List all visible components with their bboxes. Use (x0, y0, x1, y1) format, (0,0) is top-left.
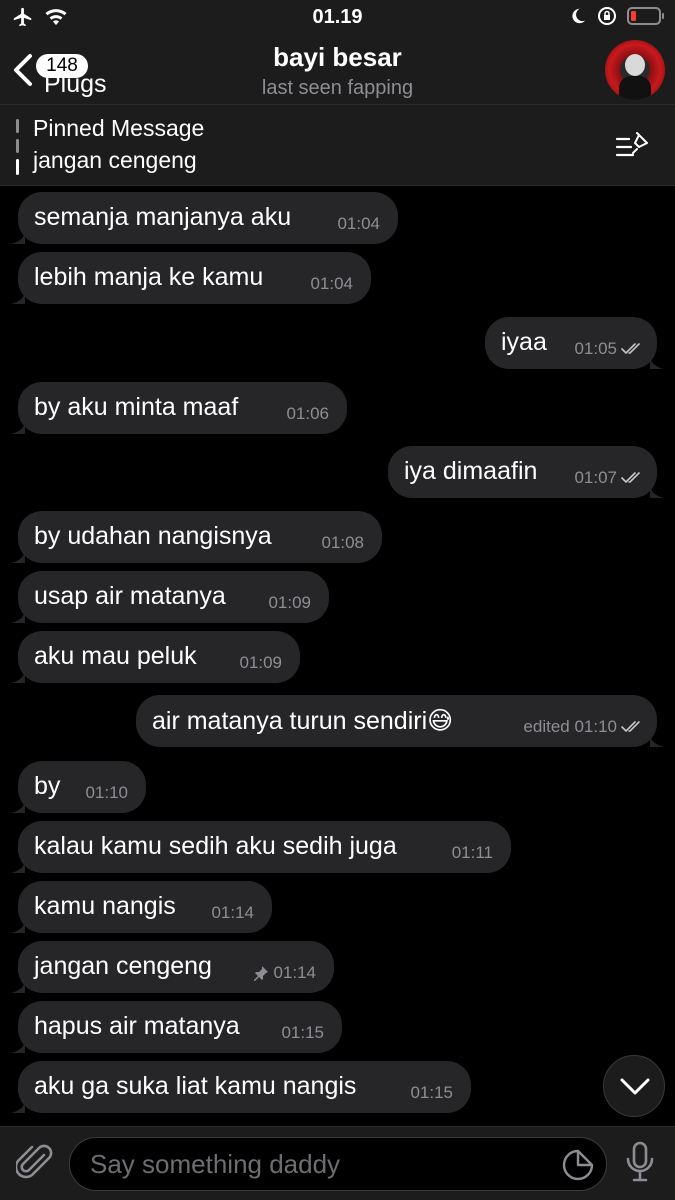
message-time: 01:07 (574, 468, 643, 488)
orientation-lock-icon (597, 6, 617, 31)
message-text: iya dimaafin (404, 457, 538, 485)
message-bubble[interactable]: air matanya turun sendiri😅 edited 01:10 (136, 695, 664, 747)
message-text: semanja manjanya aku (34, 203, 292, 231)
message-text: air matanya turun sendiri😅 (152, 707, 454, 735)
message-time: 01:09 (268, 593, 311, 612)
message-bubble[interactable]: iyaa 01:05 (485, 317, 664, 369)
message-time: 01:09 (239, 653, 282, 672)
message-list[interactable]: semanja manjanya aku 01:04 lebih manja k… (0, 186, 675, 1126)
message-text: usap air matanya (34, 582, 226, 610)
chat-title: bayi besar (273, 42, 402, 72)
message-time: 01:05 (574, 339, 643, 359)
chat-header: Plugs 148 bayi besar last seen fapping (0, 34, 675, 104)
message-time: 01:04 (337, 214, 380, 233)
message-text: aku mau peluk (34, 642, 197, 670)
message-bubble[interactable]: kalau kamu sedih aku sedih juga 01:11 (11, 821, 511, 873)
message-text: aku ga suka liat kamu nangis (34, 1072, 357, 1100)
message-bubble[interactable]: semanja manjanya aku 01:04 (11, 192, 398, 244)
chevron-down-icon (619, 1076, 651, 1103)
avatar[interactable] (605, 40, 665, 100)
message-input-box (69, 1137, 607, 1191)
message-input[interactable] (90, 1146, 540, 1182)
message-time: 01:11 (451, 843, 493, 862)
message-time: 01:15 (410, 1083, 453, 1102)
message-bubble[interactable]: jangan cengeng 01:14 (11, 941, 334, 993)
message-input-bar (0, 1126, 675, 1200)
pinned-title: Pinned Message (33, 115, 205, 141)
message-text: kamu nangis (34, 892, 176, 920)
battery-icon (627, 6, 665, 31)
message-time: 01:14 (253, 963, 316, 983)
chat-subtitle: last seen fapping (261, 77, 414, 99)
message-bubble[interactable]: aku mau peluk 01:09 (11, 631, 300, 683)
pinned-text: jangan cengeng (33, 147, 197, 173)
message-bubble[interactable]: usap air matanya 01:09 (11, 571, 329, 623)
message-text: by (34, 772, 61, 800)
pin-icon (254, 966, 269, 981)
message-text: by udahan nangisnya (34, 522, 272, 550)
attach-icon[interactable] (14, 1143, 54, 1188)
message-time: 01:04 (310, 274, 353, 293)
message-bubble[interactable]: aku ga suka liat kamu nangis 01:15 (11, 1061, 471, 1113)
message-text: kalau kamu sedih aku sedih juga (34, 832, 397, 860)
read-check-icon (621, 343, 640, 355)
message-bubble[interactable]: hapus air matanya 01:15 (11, 1001, 342, 1053)
message-time: 01:15 (281, 1023, 324, 1042)
message-text: lebih manja ke kamu (34, 263, 264, 291)
message-text: hapus air matanya (34, 1012, 240, 1040)
microphone-icon[interactable] (625, 1141, 655, 1188)
message-time: 01:06 (286, 404, 329, 423)
status-bar: 01.19 (0, 0, 675, 34)
telegram-chat-screen: 01.19 Plugs 148 bayi besar last seen fap… (0, 0, 675, 1200)
message-text: jangan cengeng (34, 952, 212, 980)
message-bubble[interactable]: kamu nangis 01:14 (11, 881, 272, 933)
scroll-to-bottom-button[interactable] (603, 1055, 665, 1117)
status-right (569, 6, 665, 31)
message-time: 01:10 (85, 783, 128, 802)
read-check-icon (621, 472, 640, 484)
message-bubble[interactable]: iya dimaafin 01:07 (388, 446, 664, 498)
message-time: 01:14 (211, 903, 254, 922)
read-check-icon (621, 721, 640, 733)
pinned-indicator (16, 119, 20, 175)
chat-title-area[interactable]: bayi besar last seen fapping (0, 42, 675, 100)
sticker-icon[interactable] (562, 1149, 594, 1186)
message-time: 01:08 (321, 533, 364, 552)
message-bubble[interactable]: lebih manja ke kamu 01:04 (11, 252, 371, 304)
pinned-message-bar[interactable]: Pinned Message jangan cengeng (0, 104, 675, 186)
message-bubble[interactable]: by udahan nangisnya 01:08 (11, 511, 382, 563)
message-time: edited 01:10 (523, 717, 643, 737)
message-text: iyaa (501, 328, 547, 356)
message-bubble[interactable]: by 01:10 (11, 761, 146, 813)
message-bubble[interactable]: by aku minta maaf 01:06 (11, 382, 347, 434)
pinned-list-icon[interactable] (615, 129, 651, 166)
message-text: by aku minta maaf (34, 393, 239, 421)
moon-icon (569, 7, 587, 30)
